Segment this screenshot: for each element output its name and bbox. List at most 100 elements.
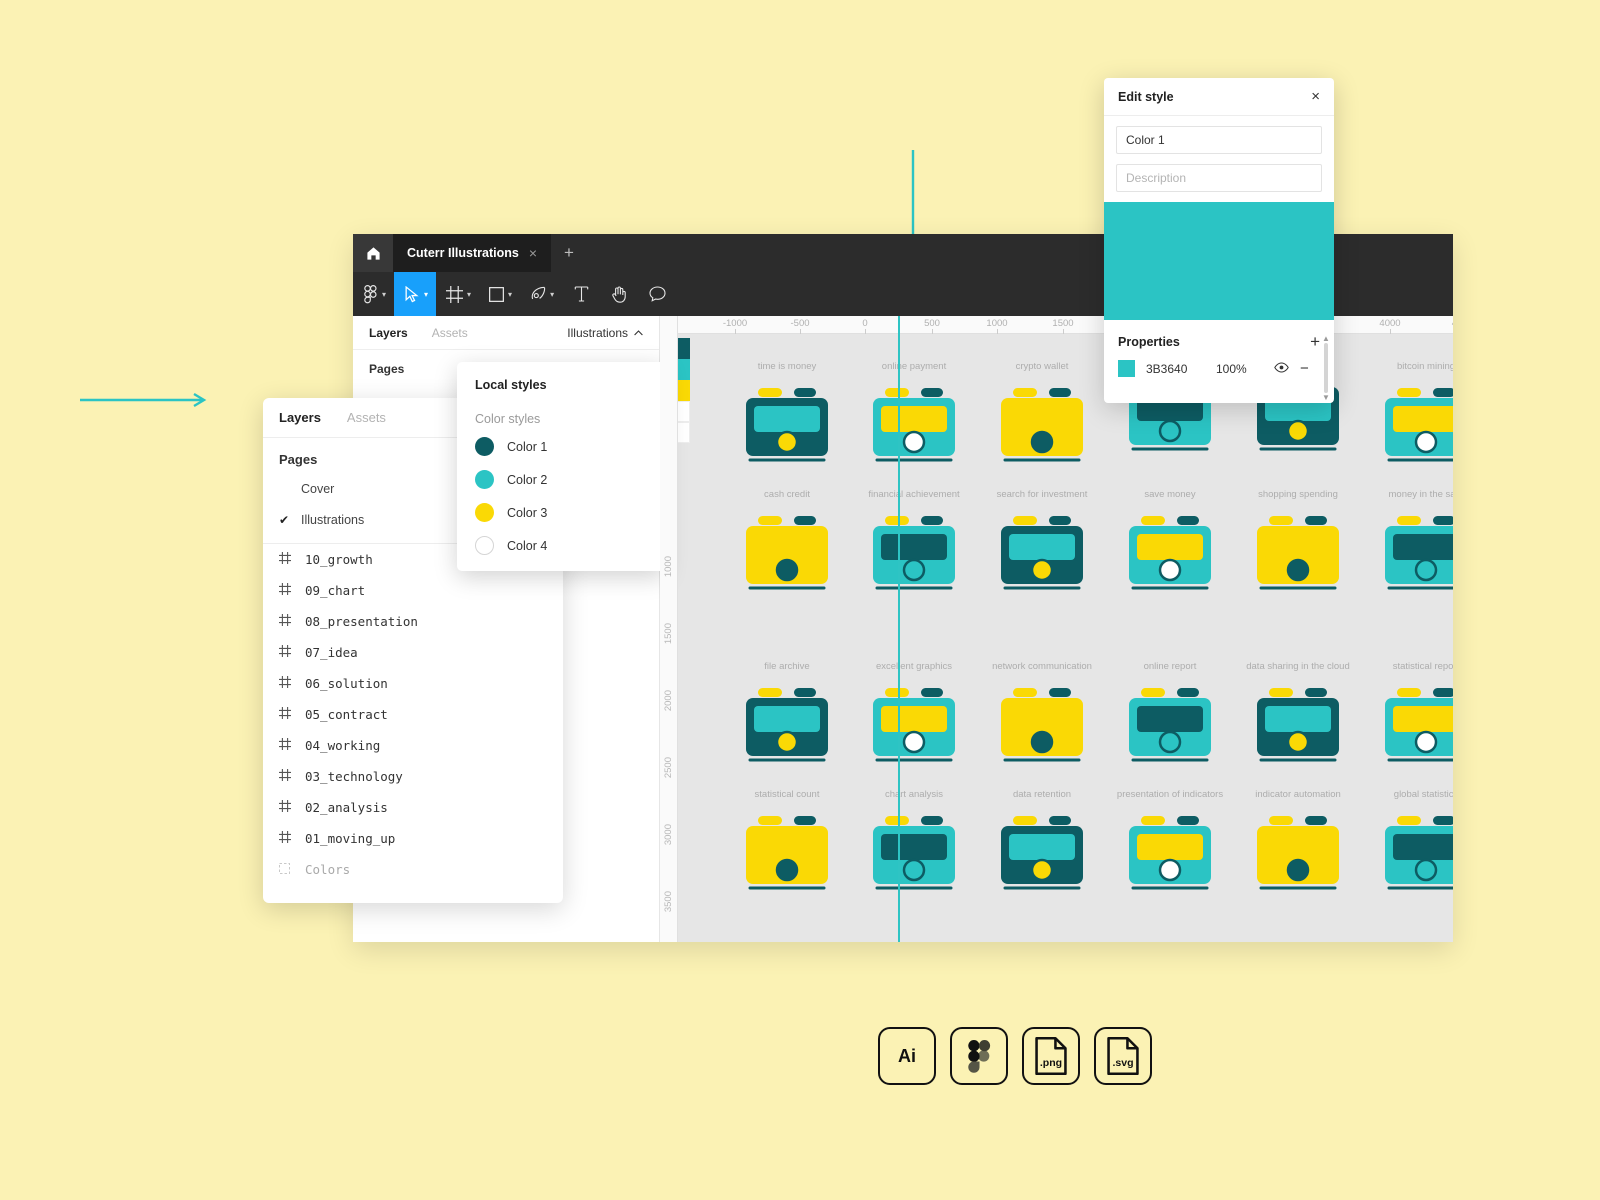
scrollbar[interactable]: ▲ ▼ [1322,334,1330,402]
hand-tool-icon[interactable] [600,272,638,316]
illustration-cell[interactable]: search for investment [978,489,1106,604]
property-opacity[interactable]: 100% [1216,362,1274,376]
scroll-down-icon[interactable]: ▼ [1322,393,1330,402]
layers-list: 10_growth 09_chart 08_presentation 07_idea 0… [263,544,563,885]
ruler-tick-label: 1000 [986,318,1008,329]
illustration-cell[interactable]: shopping spending [1234,489,1362,604]
page-selector[interactable]: Illustrations [567,326,643,340]
ruler-tick-label: 45 [1452,318,1453,329]
tab-assets[interactable]: Assets [347,410,386,425]
color-style-item[interactable]: Color 3 [457,496,665,529]
property-hex[interactable]: 3B3640 [1146,362,1216,376]
illustration-cell[interactable]: file archive [723,661,851,776]
illustration-cell[interactable]: online report [1106,661,1234,776]
tab-layers[interactable]: Layers [279,410,321,425]
color-style-item[interactable]: Color 2 [457,463,665,496]
layer-row[interactable]: 06_solution [263,668,563,699]
illustration-cell[interactable]: save money [1106,489,1234,604]
illustration-cell[interactable]: online payment [850,361,978,476]
chevron-down-icon[interactable]: ▾ [550,290,554,299]
illustration-art [1362,376,1453,476]
illustration-cell[interactable]: presentation of indicators [1106,789,1234,904]
format-png[interactable]: .png [1022,1027,1080,1085]
illustration-cell[interactable]: cash credit [723,489,851,604]
illustration-cell[interactable]: money in the safe [1362,489,1453,604]
tab-layers[interactable]: Layers [369,326,408,340]
chevron-down-icon[interactable]: ▾ [467,290,471,299]
chevron-down-icon[interactable]: ▾ [424,290,428,299]
illustration-label: global statistics [1393,789,1453,800]
layer-label: 06_solution [305,676,388,691]
shape-tool-icon[interactable]: ▾ [479,272,520,316]
layer-row[interactable]: 04_working [263,730,563,761]
style-name-field[interactable]: Color 1 [1116,126,1322,154]
figma-canvas[interactable]: time is money online payment crypto wallet… [660,316,1453,942]
new-tab-button[interactable]: + [551,234,587,272]
illustration-art [1106,504,1234,604]
layer-row[interactable]: 07_idea [263,637,563,668]
illustration-art [850,804,978,904]
chevron-down-icon[interactable]: ▾ [382,290,386,299]
illustration-cell[interactable]: data retention [978,789,1106,904]
illustration-cell[interactable]: excellent graphics [850,661,978,776]
color-styles-subtitle: Color styles [475,412,541,426]
illustration-art [978,504,1106,604]
layer-row[interactable]: Colors [263,854,563,885]
illustration-art [1234,504,1362,604]
chevron-down-icon[interactable]: ▾ [508,290,512,299]
add-property-button[interactable]: + [1310,332,1320,352]
illustration-art [978,376,1106,476]
illustration-cell[interactable]: statistical count [723,789,851,904]
illustration-cell[interactable]: financial achievement [850,489,978,604]
layer-row[interactable]: 03_technology [263,761,563,792]
illustration-label: excellent graphics [875,661,953,672]
remove-property-button[interactable]: − [1300,360,1309,377]
edit-style-panel: Edit style × Color 1 Description Propert… [1104,78,1334,403]
ruler-tick [1390,329,1391,334]
illustration-cell[interactable]: data sharing in the cloud [1234,661,1362,776]
scroll-up-icon[interactable]: ▲ [1322,334,1330,343]
frame-icon [279,645,305,660]
illustration-cell[interactable]: network communication [978,661,1106,776]
format-figma[interactable] [950,1027,1008,1085]
layer-row[interactable]: 08_presentation [263,606,563,637]
file-tab[interactable]: Cuterr Illustrations × [393,234,552,272]
illustration-cell[interactable]: time is money [723,361,851,476]
color-style-item[interactable]: Color 1 [457,430,665,463]
comment-tool-icon[interactable] [638,272,676,316]
illustration-cell[interactable]: crypto wallet [978,361,1106,476]
layer-label: 04_working [305,738,381,753]
close-icon[interactable]: × [1311,88,1320,105]
property-row: 3B3640 100% − [1104,356,1334,381]
layer-row[interactable]: 09_chart [263,575,563,606]
figma-menu-icon[interactable]: ▾ [353,272,394,316]
tab-assets[interactable]: Assets [432,326,468,340]
layer-row[interactable]: 02_analysis [263,792,563,823]
text-tool-icon[interactable] [562,272,600,316]
move-tool-icon[interactable]: ▾ [394,272,437,316]
format-label: Ai [898,1045,916,1066]
illustration-label: data sharing in the cloud [1246,661,1350,672]
format-svg[interactable]: .svg [1094,1027,1152,1085]
illustration-cell[interactable]: indicator automation [1234,789,1362,904]
layer-row[interactable]: 05_contract [263,699,563,730]
color-swatch [475,470,494,489]
illustration-cell[interactable]: statistical report [1362,661,1453,776]
illustration-label: statistical count [754,789,820,800]
eye-icon[interactable] [1274,361,1300,376]
property-swatch[interactable] [1118,360,1135,377]
layer-row[interactable]: 01_moving_up [263,823,563,854]
style-description-field[interactable]: Description [1116,164,1322,192]
close-icon[interactable]: × [529,245,537,261]
format-ai[interactable]: Ai [878,1027,936,1085]
pen-tool-icon[interactable]: ▾ [520,272,562,316]
illustration-cell[interactable]: global statistics [1362,789,1453,904]
layer-label: 09_chart [305,583,366,598]
color-style-item[interactable]: Color 4 [457,529,665,562]
scrollbar-thumb[interactable] [1324,343,1328,393]
illustration-art [1362,504,1453,604]
illustration-cell[interactable]: chart analysis [850,789,978,904]
frame-tool-icon[interactable]: ▾ [436,272,479,316]
home-icon[interactable] [353,234,393,272]
illustration-cell[interactable]: bitcoin mining [1362,361,1453,476]
